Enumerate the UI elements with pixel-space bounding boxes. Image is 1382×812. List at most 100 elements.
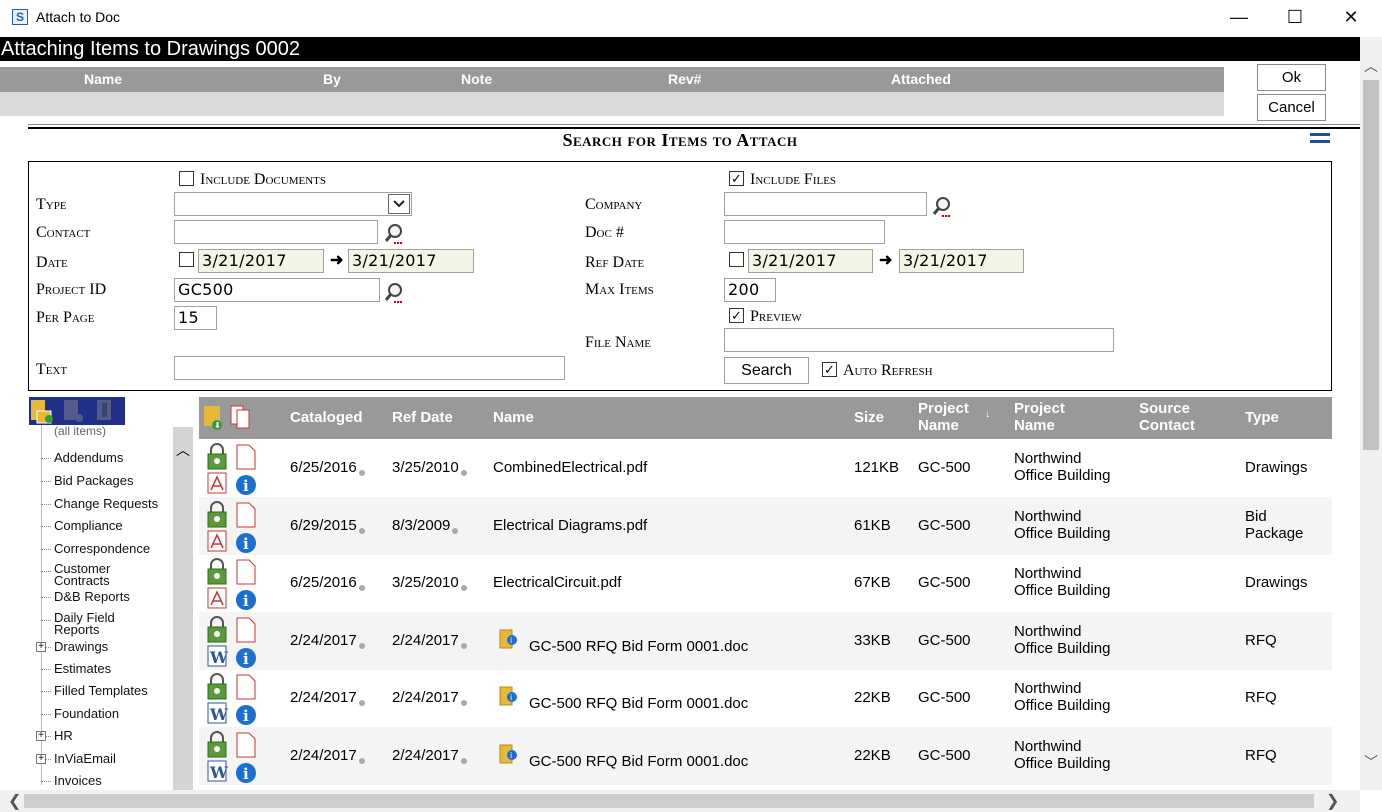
linked-folder-icon[interactable]: i [498, 685, 518, 707]
scroll-down-icon[interactable]: ﹀ [1364, 752, 1378, 772]
status-dot [452, 527, 459, 534]
scroll-left-icon[interactable]: ❮ [8, 791, 21, 811]
ref-date-checkbox[interactable] [729, 252, 744, 267]
row-action-icons[interactable]: i [205, 500, 257, 555]
company-lookup-icon[interactable] [932, 196, 952, 218]
tree-item-all[interactable]: (all items) [54, 424, 106, 438]
tree-item[interactable]: Change Requests [54, 496, 158, 511]
ok-button[interactable]: Ok [1257, 64, 1326, 91]
tree-connector [41, 597, 51, 598]
row-action-icons[interactable]: i [205, 558, 257, 612]
row-action-icons[interactable]: i [205, 443, 257, 497]
cancel-button[interactable]: Cancel [1257, 94, 1326, 121]
include-documents-checkbox[interactable] [179, 171, 194, 186]
tree-item[interactable]: Drawings [54, 639, 108, 654]
column-header-project-name-2[interactable]: Project Name [1014, 400, 1084, 434]
column-header-cataloged[interactable]: Cataloged [290, 409, 363, 426]
search-button[interactable]: Search [724, 357, 809, 384]
column-header-type[interactable]: Type [1245, 409, 1279, 426]
tree-scrollbar[interactable] [173, 427, 193, 790]
file-name-link[interactable]: GC-500 RFQ Bid Form 0001.doc [529, 753, 748, 770]
close-button[interactable]: ✕ [1322, 0, 1380, 36]
minimize-button[interactable]: — [1210, 0, 1268, 36]
expand-icon[interactable]: + [36, 731, 46, 741]
column-header-size[interactable]: Size [854, 409, 884, 426]
column-header-project-name[interactable]: Project Name [918, 400, 982, 434]
tree-item[interactable]: Correspondence [54, 541, 150, 556]
ref-date: 3/25/2010 [392, 459, 459, 476]
maximize-button[interactable]: ☐ [1266, 0, 1324, 36]
tree-item[interactable]: D&B Reports [54, 589, 130, 604]
divider [28, 127, 1360, 129]
tree-item[interactable]: Addendums [54, 450, 123, 465]
file-name-link[interactable]: GC-500 RFQ Bid Form 0001.doc [529, 695, 748, 712]
tree-item[interactable]: Bid Packages [54, 473, 134, 488]
tree-item[interactable]: Daily Field Reports [54, 611, 122, 636]
scroll-up-icon[interactable]: ︿ [173, 440, 193, 460]
vertical-scroll-thumb[interactable] [1363, 80, 1379, 450]
ref-date-cell: 2/24/2017 [392, 747, 467, 764]
date-from-input[interactable]: 3/21/2017 [198, 249, 324, 273]
file-name-input[interactable] [724, 328, 1114, 352]
type-line1: Drawings [1245, 459, 1308, 476]
size-cell: 67KB [854, 574, 891, 592]
ref-date-cell: 2/24/2017 [392, 632, 467, 649]
linked-folder-icon[interactable]: i [498, 743, 518, 765]
project-lookup-icon[interactable] [384, 282, 404, 304]
row-action-icons[interactable]: Wi [205, 615, 257, 670]
type-select[interactable] [174, 192, 412, 216]
file-name-link[interactable]: Electrical Diagrams.pdf [493, 517, 647, 534]
ref-date-to-input[interactable]: 3/21/2017 [899, 249, 1024, 273]
scroll-up-icon[interactable]: ︿ [1364, 56, 1378, 76]
per-page-input[interactable]: 15 [174, 306, 217, 330]
horizontal-scroll-thumb[interactable] [24, 794, 1314, 808]
project-id-input[interactable]: GC500 [174, 278, 380, 302]
svg-text:i: i [243, 765, 249, 783]
date-to-input[interactable]: 3/21/2017 [348, 249, 474, 273]
table-row[interactable]: i 6/25/2016 3/25/2010 CombinedElectrical.pd… [199, 439, 1332, 497]
ref-date-label: Ref Date [585, 254, 645, 271]
expand-icon[interactable]: + [36, 642, 46, 652]
auto-refresh-checkbox[interactable]: ✓ [822, 362, 837, 377]
expand-icon[interactable]: + [36, 754, 46, 764]
file-name-link[interactable]: ElectricalCircuit.pdf [493, 574, 621, 591]
table-row[interactable]: Wi 2/24/2017 2/24/2017 i GC-500 RFQ Bid Form… [199, 727, 1332, 785]
status-dot [358, 700, 365, 707]
size-cell: 33KB [854, 631, 891, 649]
column-header-source-contact[interactable]: Source Contact [1139, 400, 1209, 434]
tree-item[interactable]: Invoices [54, 773, 102, 788]
text-input[interactable] [174, 356, 565, 380]
max-items-input[interactable]: 200 [724, 278, 776, 302]
column-header-name[interactable]: Name [493, 409, 534, 426]
tree-item[interactable]: Estimates [54, 661, 111, 676]
row-action-icons[interactable]: Wi [205, 731, 257, 785]
menu-icon[interactable] [1310, 133, 1330, 149]
linked-folder-icon[interactable]: i [498, 628, 518, 650]
column-header-ref-date[interactable]: Ref Date [392, 409, 453, 426]
svg-text:i: i [243, 707, 249, 725]
contact-lookup-icon[interactable] [384, 223, 404, 245]
table-row[interactable]: Wi 2/24/2017 2/24/2017 i GC-500 RFQ Bid Form… [199, 611, 1332, 670]
pdf-icon [207, 530, 227, 552]
ref-date-from-input[interactable]: 3/21/2017 [748, 249, 873, 273]
doc-number-input[interactable] [724, 220, 885, 244]
tree-item[interactable]: InViaEmail [54, 751, 116, 766]
date-checkbox[interactable] [179, 252, 194, 267]
table-row[interactable]: i 6/25/2016 3/25/2010 ElectricalCircuit.pdf… [199, 554, 1332, 612]
row-action-icons[interactable]: Wi [205, 673, 257, 727]
table-row[interactable]: Wi 2/24/2017 2/24/2017 i GC-500 RFQ Bid Form… [199, 669, 1332, 727]
tree-item[interactable]: Customer Contracts [54, 562, 122, 587]
tree-item[interactable]: HR [54, 728, 73, 743]
table-row[interactable]: i 6/29/2015 8/3/2009 Electrical Diagrams.pd… [199, 496, 1332, 555]
tree-item[interactable]: Filled Templates [54, 683, 148, 698]
file-name-link[interactable]: CombinedElectrical.pdf [493, 459, 647, 476]
tree-item[interactable]: Foundation [54, 706, 119, 721]
chevron-down-icon[interactable] [388, 194, 410, 214]
contact-input[interactable] [174, 220, 378, 244]
company-input[interactable] [724, 192, 927, 216]
include-files-checkbox[interactable]: ✓ [729, 171, 744, 186]
preview-checkbox[interactable]: ✓ [729, 308, 744, 323]
tree-item[interactable]: Compliance [54, 518, 123, 533]
file-name-link[interactable]: GC-500 RFQ Bid Form 0001.doc [529, 638, 748, 655]
scroll-right-icon[interactable]: ❯ [1326, 791, 1339, 811]
